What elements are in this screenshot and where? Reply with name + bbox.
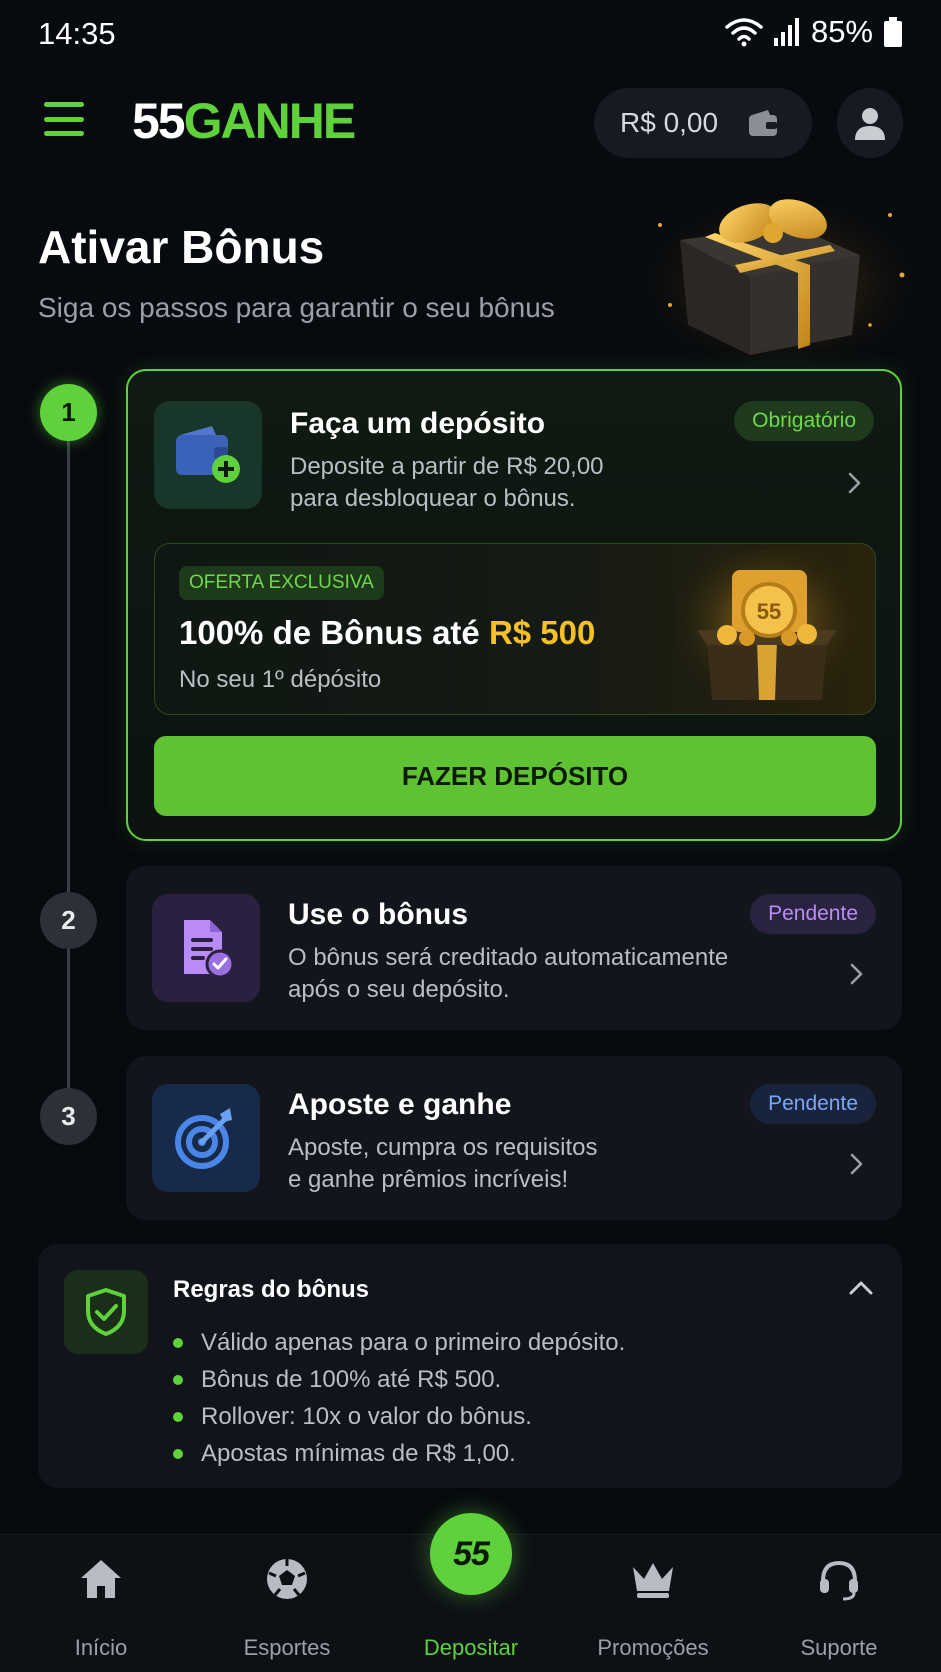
menu-icon-bar	[44, 102, 84, 107]
nav-label: Depositar	[423, 1635, 519, 1660]
rule-item: Apostas mínimas de R$ 1,00.	[173, 1435, 625, 1472]
home-icon	[77, 1555, 125, 1603]
logo-word: GANHE	[183, 93, 357, 149]
rule-item: Válido apenas para o primeiro depósito.	[173, 1324, 625, 1361]
status-time: 14:35	[38, 16, 116, 51]
nav-item-depositar[interactable]: 55 Depositar	[386, 1513, 556, 1672]
status-badge-pending: Pendente	[750, 894, 876, 934]
status-badge-required: Obrigatório	[734, 401, 874, 441]
nav-item-esportes[interactable]: Esportes	[202, 1535, 372, 1672]
deposit-logo-button[interactable]: 55	[430, 1513, 512, 1595]
crown-icon	[629, 1555, 677, 1603]
offer-subtitle: No seu 1º dépósito	[179, 666, 382, 693]
chevron-right-icon[interactable]	[842, 471, 866, 495]
battery-icon	[884, 17, 902, 47]
offer-tag: OFERTA EXCLUSIVA	[179, 566, 384, 600]
menu-button[interactable]	[44, 102, 84, 136]
step-description-line: Deposite a partir de R$ 20,00	[290, 453, 604, 480]
menu-icon-bar	[44, 131, 84, 136]
chevron-right-icon[interactable]	[844, 1152, 868, 1176]
step-number-1: 1	[40, 384, 97, 441]
step-title: Use o bônus	[288, 898, 469, 931]
wallet-add-icon-box	[154, 401, 262, 509]
bonus-rules-panel: Regras do bônus Válido apenas para o pri…	[38, 1244, 902, 1488]
bullet-icon	[173, 1374, 183, 1385]
balance-amount: R$ 0,00	[620, 107, 719, 138]
balance-pill[interactable]: R$ 0,00	[594, 88, 812, 158]
nav-label: Suporte	[800, 1635, 878, 1660]
rule-text: Apostas mínimas de R$ 1,00.	[201, 1439, 516, 1467]
document-check-icon	[184, 920, 235, 979]
rules-title: Regras do bônus	[173, 1276, 370, 1303]
treasure-box-illustration: 55	[677, 550, 857, 710]
deposit-logo-text: 55	[453, 1534, 490, 1573]
offer-title-prefix: 100% de Bônus até	[179, 614, 489, 651]
stepper-line	[67, 440, 70, 916]
chevron-right-icon[interactable]	[844, 962, 868, 986]
page-title: Ativar Bônus	[38, 221, 325, 273]
step-description: Deposite a partir de R$ 20,00 para desbl…	[290, 451, 760, 515]
soccer-ball-icon	[263, 1555, 311, 1603]
battery-percentage: 85%	[810, 14, 873, 49]
step-card-use-bonus[interactable]: Use o bônus O bônus será creditado autom…	[126, 866, 902, 1030]
menu-icon-bar	[44, 116, 84, 122]
nav-item-inicio[interactable]: Início	[16, 1535, 186, 1672]
bullet-icon	[173, 1411, 183, 1422]
exclusive-offer-banner[interactable]: OFERTA EXCLUSIVA 100% de Bônus até R$ 50…	[154, 543, 876, 715]
logo-number: 55	[132, 93, 186, 149]
page-subtitle: Siga os passos para garantir o seu bônus	[38, 292, 555, 323]
nav-label: Esportes	[243, 1635, 331, 1660]
step-description-line: O bônus será creditado automaticamente	[288, 944, 729, 971]
step-card-deposit[interactable]: Faça um depósito Deposite a partir de R$…	[126, 369, 902, 841]
step-title: Faça um depósito	[290, 407, 546, 440]
step-description-line: para desbloquear o bônus.	[290, 485, 576, 512]
step-description-line: e ganhe prêmios incríveis!	[288, 1166, 569, 1193]
bullet-icon	[173, 1448, 183, 1459]
document-check-icon-box	[152, 894, 260, 1002]
gift-box-illustration	[640, 185, 920, 365]
app-logo[interactable]: 55GANHE	[132, 92, 357, 150]
rule-text: Válido apenas para o primeiro depósito.	[201, 1328, 626, 1356]
status-icons: 85%	[725, 14, 903, 50]
signal-icon	[773, 18, 799, 46]
target-icon	[175, 1108, 232, 1169]
profile-button[interactable]	[837, 88, 903, 158]
chevron-up-icon[interactable]	[848, 1278, 874, 1298]
shield-check-icon-box	[64, 1270, 148, 1354]
offer-amount: R$ 500	[488, 614, 596, 651]
rule-item: Rollover: 10x o valor do bônus.	[173, 1398, 625, 1435]
offer-title: 100% de Bônus até R$ 500	[179, 614, 595, 652]
step-card-bet-and-win[interactable]: Aposte e ganhe Aposte, cumpra os requisi…	[126, 1056, 902, 1220]
shield-check-icon	[86, 1288, 126, 1336]
wallet-icon	[749, 110, 778, 136]
nav-item-promocoes[interactable]: Promoções	[568, 1535, 738, 1672]
make-deposit-button[interactable]: FAZER DEPÓSITO	[154, 736, 876, 816]
step-description: O bônus será creditado automaticamente a…	[288, 942, 758, 1006]
coin-label: 55	[757, 599, 781, 624]
status-badge-pending: Pendente	[750, 1084, 876, 1124]
step-description-line: após o seu depósito.	[288, 976, 510, 1003]
wifi-icon	[725, 18, 763, 47]
rule-text: Bônus de 100% até R$ 500.	[201, 1365, 502, 1393]
step-number-2: 2	[40, 892, 97, 949]
nav-item-suporte[interactable]: Suporte	[754, 1535, 924, 1672]
target-icon-box	[152, 1084, 260, 1192]
status-bar: 14:35 85%	[0, 0, 941, 70]
rule-text: Rollover: 10x o valor do bônus.	[201, 1402, 532, 1430]
step-number-3: 3	[40, 1088, 97, 1145]
user-icon	[855, 108, 885, 140]
rules-list: Válido apenas para o primeiro depósito. …	[173, 1324, 625, 1472]
step-description: Aposte, cumpra os requisitos e ganhe prê…	[288, 1132, 758, 1196]
step-description-line: Aposte, cumpra os requisitos	[288, 1134, 598, 1161]
bottom-navigation: Início Esportes 55 Depositar Promoções S…	[0, 1513, 941, 1672]
nav-label: Início	[74, 1635, 128, 1660]
bullet-icon	[173, 1337, 183, 1348]
wallet-add-icon	[176, 426, 240, 483]
rule-item: Bônus de 100% até R$ 500.	[173, 1361, 625, 1398]
headset-icon	[815, 1555, 863, 1603]
step-title: Aposte e ganhe	[288, 1088, 512, 1121]
nav-label: Promoções	[597, 1635, 709, 1660]
